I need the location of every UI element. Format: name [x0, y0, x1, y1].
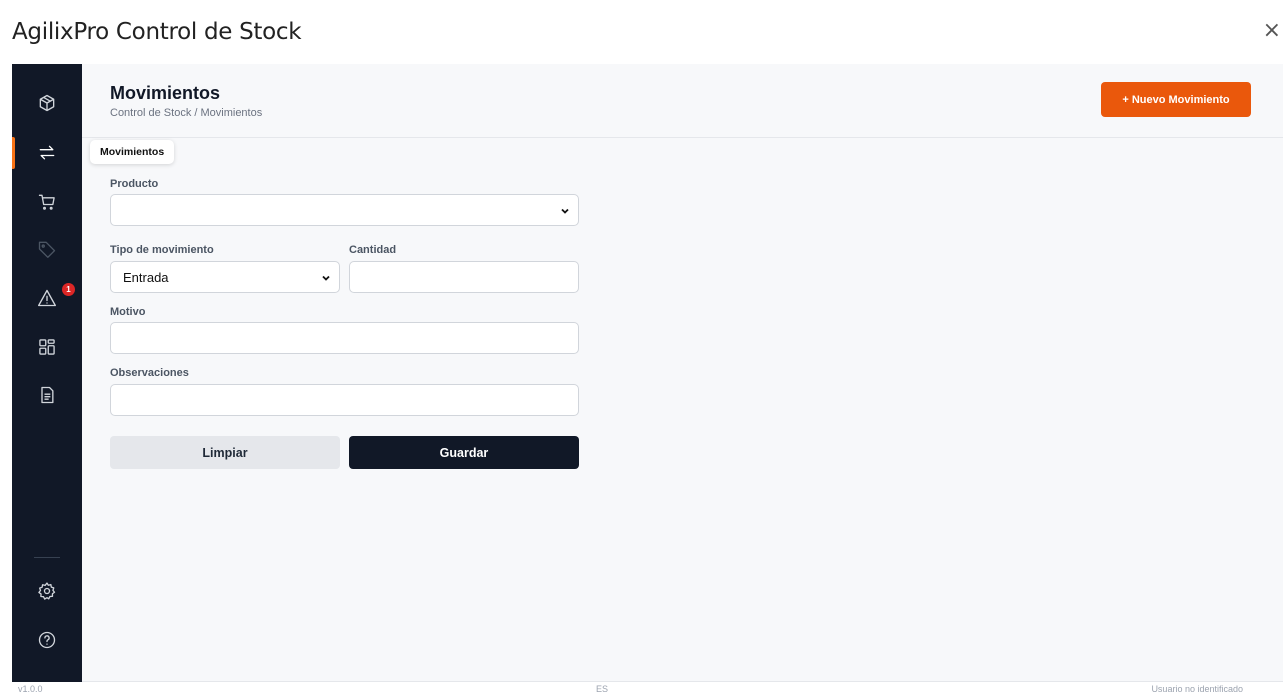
- sidebar-item-movements[interactable]: [12, 133, 82, 173]
- cart-icon: [38, 194, 55, 210]
- motivo-input[interactable]: [110, 322, 579, 354]
- sidebar-item-alerts[interactable]: 1: [12, 278, 82, 318]
- warning-icon: [38, 289, 56, 307]
- close-icon[interactable]: ×: [1263, 20, 1281, 42]
- cantidad-input[interactable]: [349, 261, 579, 293]
- sidebar-item-settings[interactable]: [12, 571, 82, 611]
- new-movement-button[interactable]: + Nuevo Movimiento: [1101, 82, 1251, 117]
- status-bar: v1.0.0 ES Usuario no identificado: [0, 684, 1287, 695]
- box-icon: [39, 94, 55, 112]
- sidebar-tooltip: Movimientos: [90, 140, 175, 164]
- gear-icon: [38, 582, 56, 600]
- sidebar-item-purchases[interactable]: [12, 182, 82, 222]
- app-container: 1 Movimientos Control de Stock / Movimie…: [12, 64, 1283, 682]
- sidebar: 1: [12, 64, 82, 682]
- transfer-icon: [39, 145, 55, 160]
- window-title: AgilixPro Control de Stock: [12, 19, 302, 45]
- alerts-badge: 1: [62, 283, 75, 296]
- observaciones-label: Observaciones: [110, 367, 189, 379]
- producto-select[interactable]: [110, 194, 579, 226]
- tipo-value: Entrada: [123, 269, 169, 285]
- motivo-label: Motivo: [110, 306, 146, 318]
- sidebar-divider: [34, 557, 60, 558]
- sidebar-item-reports[interactable]: [12, 375, 82, 415]
- sidebar-item-dashboard[interactable]: [12, 327, 82, 367]
- tipo-select[interactable]: Entrada: [110, 261, 340, 293]
- dashboard-icon: [39, 339, 55, 355]
- language-text: ES: [596, 684, 609, 694]
- help-icon: [38, 631, 56, 649]
- tipo-label: Tipo de movimiento: [110, 244, 214, 256]
- save-button[interactable]: Guardar: [349, 436, 579, 469]
- cantidad-label: Cantidad: [349, 244, 397, 256]
- version-text: v1.0.0: [18, 684, 43, 694]
- sidebar-item-products[interactable]: [12, 83, 82, 123]
- chevron-down-icon: [322, 275, 330, 281]
- report-icon: [41, 386, 54, 404]
- page-title: Movimientos: [110, 83, 221, 103]
- tag-icon: [38, 241, 56, 258]
- sidebar-item-help[interactable]: [12, 620, 82, 660]
- page-header: Movimientos Control de Stock / Movimient…: [82, 64, 1283, 138]
- producto-label: Producto: [110, 178, 159, 190]
- chevron-down-icon: [561, 208, 569, 214]
- clear-button[interactable]: Limpiar: [110, 436, 340, 469]
- user-status-text: Usuario no identificado: [1151, 684, 1243, 694]
- breadcrumb[interactable]: Control de Stock / Movimientos: [110, 107, 262, 119]
- sidebar-item-prices[interactable]: [12, 229, 82, 269]
- observaciones-input[interactable]: [110, 384, 579, 416]
